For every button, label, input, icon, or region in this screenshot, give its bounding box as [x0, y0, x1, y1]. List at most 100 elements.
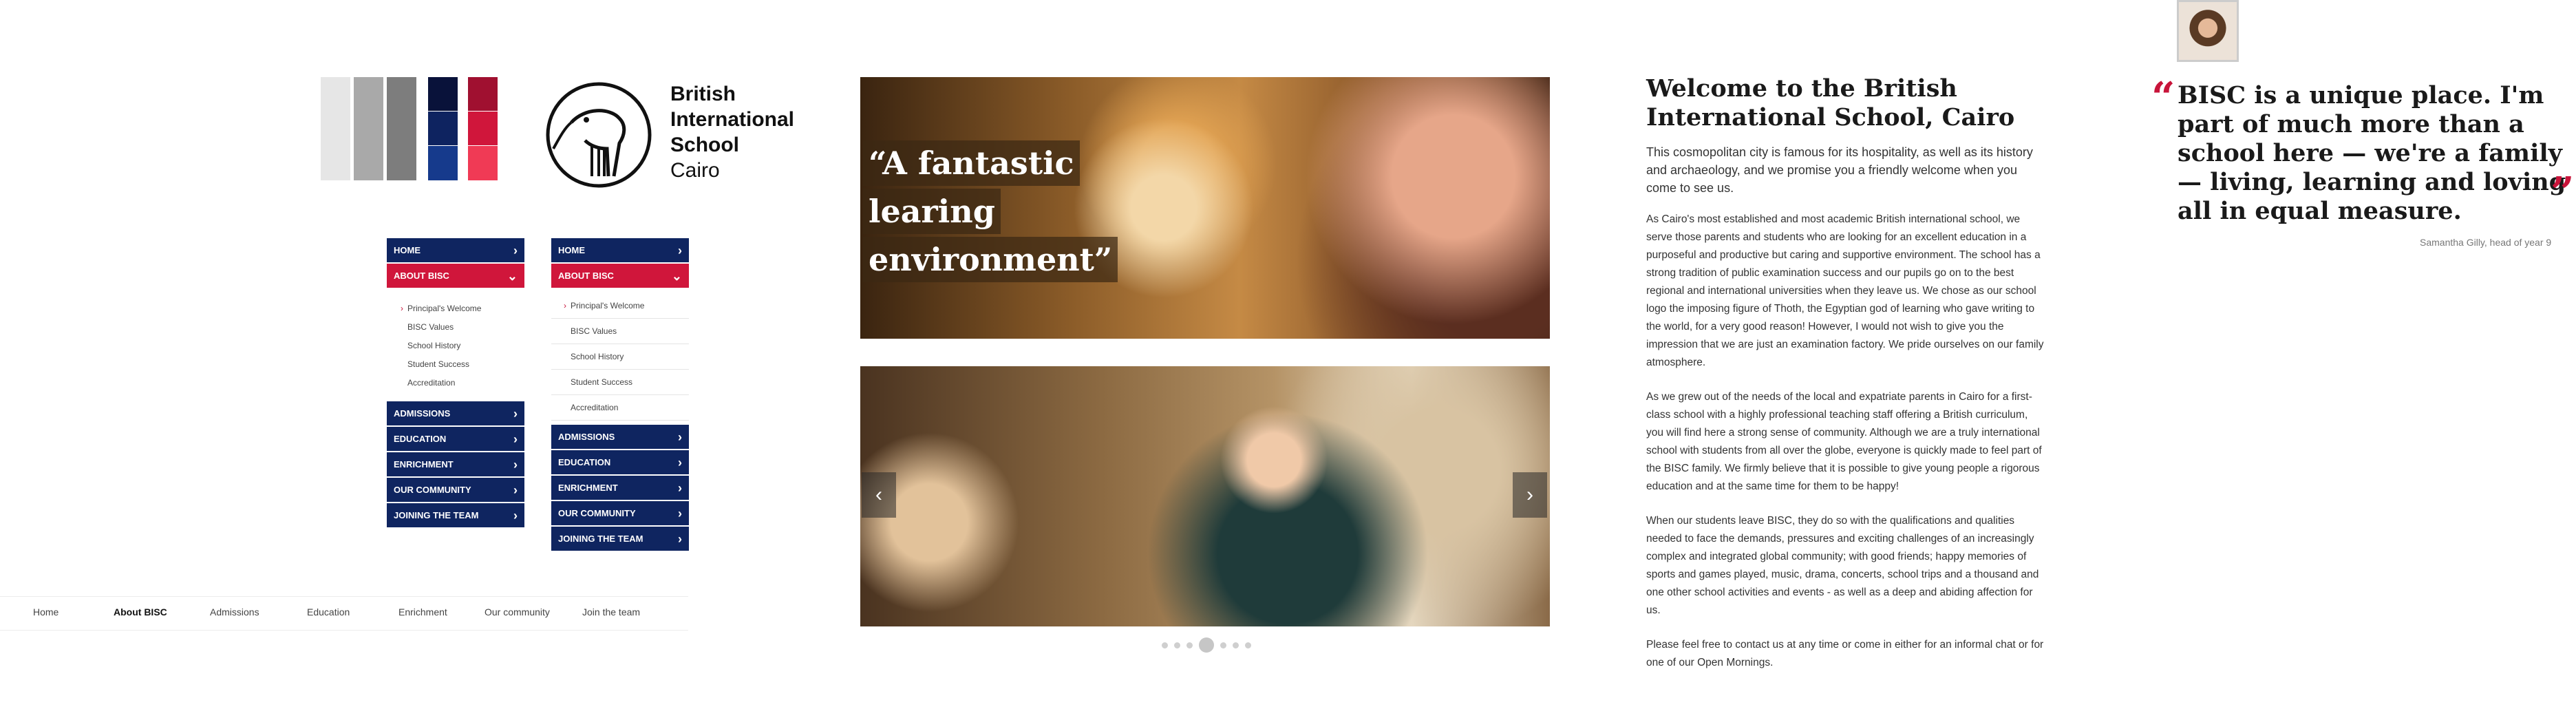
submenu-item-principals-welcome[interactable]: › Principal's Welcome [387, 299, 524, 317]
nav-label: HOME [394, 245, 421, 255]
slider-dot[interactable] [1245, 642, 1251, 648]
submenu-label: BISC Values [571, 326, 617, 336]
submenu-item-school-history[interactable]: School History [551, 344, 689, 370]
nav-about-bisc[interactable]: ABOUT BISC ⌄ [551, 264, 689, 289]
chevron-right-icon: › [513, 457, 518, 472]
open-quote-icon: “ [2151, 74, 2175, 122]
swatch-red-1 [468, 77, 498, 111]
bottom-nav-enrichment[interactable]: Enrichment [398, 606, 447, 618]
chevron-right-icon: › [513, 483, 518, 497]
nav-about-bisc[interactable]: ABOUT BISC ⌄ [387, 264, 524, 289]
nav-enrichment[interactable]: ENRICHMENT › [387, 452, 524, 478]
chevron-right-icon: › [564, 301, 566, 310]
welcome-article: Welcome to the British International Sch… [1646, 74, 2045, 688]
chevron-right-icon: › [1526, 483, 1533, 506]
slider-dot[interactable] [1233, 642, 1239, 648]
avatar [2177, 0, 2239, 62]
submenu-label: Accreditation [407, 377, 456, 388]
nav-label: JOINING THE TEAM [394, 510, 479, 520]
submenu-item-student-success[interactable]: Student Success [387, 355, 524, 373]
article-lead: This cosmopolitan city is famous for its… [1646, 145, 2033, 195]
submenu-item-principals-welcome[interactable]: › Principal's Welcome [551, 293, 689, 319]
chevron-right-icon: › [513, 432, 518, 446]
nav-home[interactable]: HOME › [551, 238, 689, 264]
swatch-gray-2 [354, 77, 383, 180]
nav-joining-the-team[interactable]: JOINING THE TEAM › [387, 503, 524, 529]
testimonial-quote: BISC is a unique place. I'm part of much… [2178, 81, 2566, 225]
side-nav-expanded: HOME › ABOUT BISC ⌄ › Principal's Welcome B… [551, 238, 689, 552]
chevron-right-icon: › [678, 531, 682, 546]
nav-label: OUR COMMUNITY [394, 485, 471, 495]
nav-our-community[interactable]: OUR COMMUNITY › [387, 478, 524, 503]
nav-joining-the-team[interactable]: JOINING THE TEAM › [551, 527, 689, 552]
bottom-nav-join-the-team[interactable]: Join the team [582, 606, 640, 618]
swatch-navy-1 [428, 77, 458, 111]
hero-quote-line-1: “A fantastic [863, 140, 1080, 186]
chevron-right-icon: › [678, 481, 682, 495]
submenu-item-bisc-values[interactable]: BISC Values [387, 317, 524, 336]
slider-dot[interactable] [1174, 642, 1180, 648]
slider-dot[interactable] [1220, 642, 1226, 648]
chevron-right-icon: › [678, 430, 682, 444]
swatch-gray-1 [321, 77, 350, 180]
school-logo[interactable]: British International School Cairo [544, 80, 805, 190]
slider-next-button[interactable]: › [1513, 472, 1547, 518]
hero-quote: “A fantastic learing environment” [863, 140, 1118, 285]
submenu: › Principal's Welcome BISC Values School … [387, 289, 524, 401]
bottom-nav-home[interactable]: Home [33, 606, 58, 618]
chevron-right-icon: › [513, 508, 518, 523]
testimonial-attribution: Samantha Gilly, head of year 9 [2420, 237, 2552, 248]
slider-image-choir [860, 366, 1550, 626]
logo-city: Cairo [670, 159, 720, 182]
article-paragraph-3: When our students leave BISC, they do so… [1646, 515, 2039, 616]
submenu-label: Accreditation [571, 403, 619, 412]
bottom-nav-our-community[interactable]: Our community [485, 606, 550, 618]
article-paragraph-2: As we grew out of the needs of the local… [1646, 391, 2042, 492]
submenu-item-student-success[interactable]: Student Success [551, 370, 689, 395]
nav-label: EDUCATION [558, 457, 611, 467]
chevron-right-icon: › [513, 243, 518, 257]
nav-enrichment[interactable]: ENRICHMENT › [551, 476, 689, 501]
nav-admissions[interactable]: ADMISSIONS › [551, 425, 689, 450]
swatch-red-3 [468, 146, 498, 180]
nav-label: ABOUT BISC [394, 271, 449, 281]
swatch-gray-3 [387, 77, 416, 180]
nav-admissions[interactable]: ADMISSIONS › [387, 401, 524, 427]
submenu-item-school-history[interactable]: School History [387, 336, 524, 355]
nav-label: HOME [558, 245, 585, 255]
chevron-left-icon: ‹ [875, 483, 882, 506]
bottom-nav-education[interactable]: Education [307, 606, 350, 618]
hero-quote-line-2: learing [863, 189, 1001, 234]
submenu-label: Student Success [407, 359, 470, 369]
nav-our-community[interactable]: OUR COMMUNITY › [551, 501, 689, 527]
submenu-label: BISC Values [407, 321, 454, 332]
article-paragraph-4: Please feel free to contact us at any ti… [1646, 639, 2044, 668]
article-title: Welcome to the British International Sch… [1646, 74, 2015, 131]
nav-education[interactable]: EDUCATION › [551, 450, 689, 476]
swatch-red-2 [468, 112, 498, 145]
chevron-down-icon: ⌄ [671, 268, 682, 283]
nav-label: ABOUT BISC [558, 271, 614, 281]
nav-education[interactable]: EDUCATION › [387, 427, 524, 452]
slider-prev-button[interactable]: ‹ [862, 472, 896, 518]
slider-dot[interactable] [1186, 642, 1193, 648]
ibis-bird-icon [546, 82, 652, 188]
slider-dot-active[interactable] [1199, 637, 1214, 653]
side-nav-compact: HOME › ABOUT BISC ⌄ › Principal's Welcome B… [387, 238, 524, 529]
nav-home[interactable]: HOME › [387, 238, 524, 264]
submenu-label: Principal's Welcome [407, 303, 482, 313]
bottom-nav-about-bisc[interactable]: About BISC [114, 606, 167, 618]
submenu-item-accreditation[interactable]: Accreditation [387, 373, 524, 392]
close-quote-icon: ” [2551, 169, 2575, 217]
bottom-nav-admissions[interactable]: Admissions [210, 606, 259, 618]
nav-label: OUR COMMUNITY [558, 508, 636, 518]
article-paragraph-1: As Cairo's most established and most aca… [1646, 213, 2044, 368]
chevron-right-icon: › [678, 455, 682, 469]
submenu-item-accreditation[interactable]: Accreditation [551, 395, 689, 421]
nav-label: ADMISSIONS [558, 432, 615, 442]
submenu-label: Principal's Welcome [571, 301, 645, 310]
logo-line-1: British [670, 83, 736, 105]
slider-dot[interactable] [1162, 642, 1168, 648]
submenu-item-bisc-values[interactable]: BISC Values [551, 319, 689, 344]
submenu: › Principal's Welcome BISC Values School … [551, 289, 689, 425]
